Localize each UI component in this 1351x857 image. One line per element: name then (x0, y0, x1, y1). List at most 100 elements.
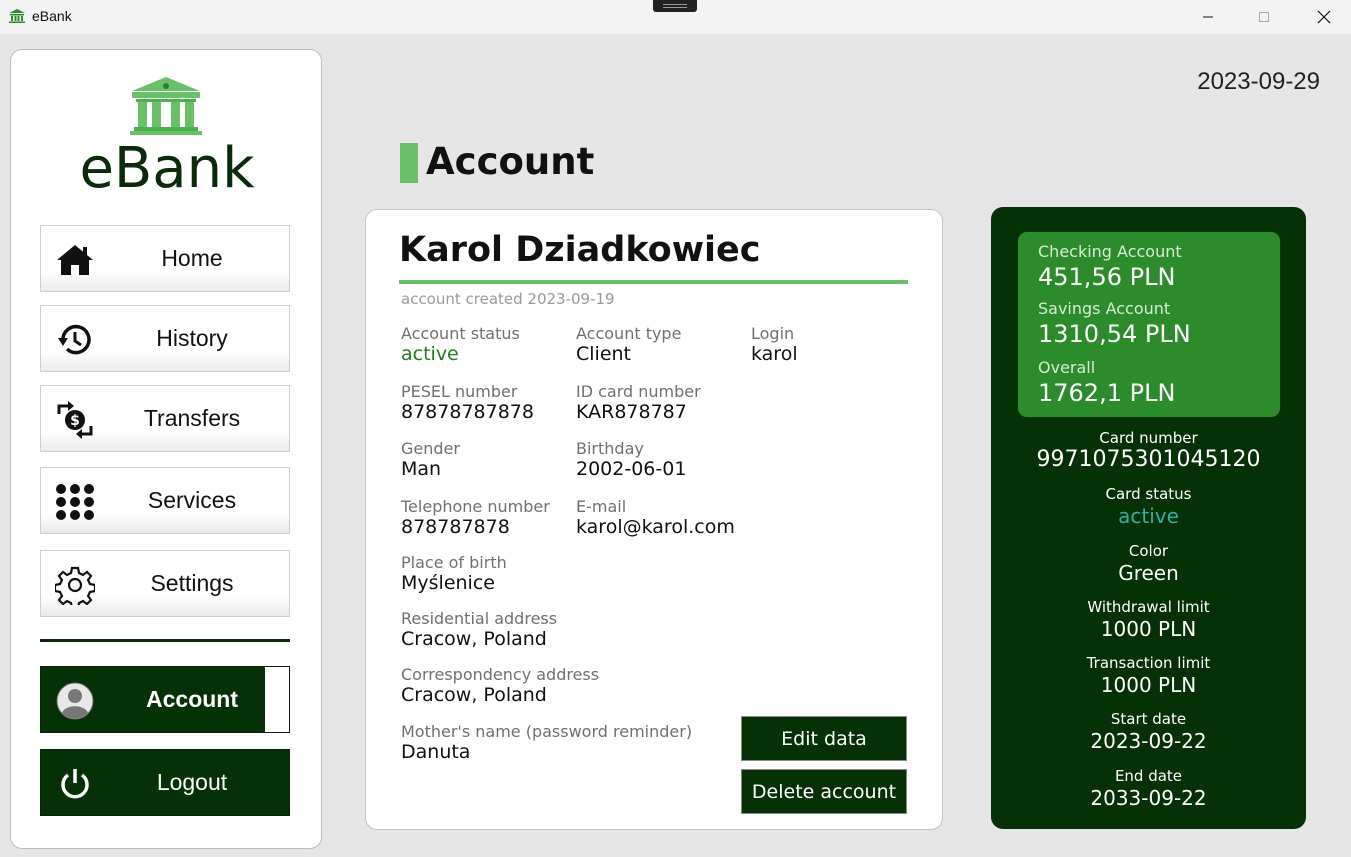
field-mothers-name: Mother's name (password reminder) Danuta (401, 722, 692, 764)
card-number: Card number 9971075301045120 (991, 429, 1306, 473)
info-label: Card number (1099, 429, 1198, 447)
close-button[interactable] (1301, 0, 1347, 34)
field-login: Login karol (751, 324, 798, 366)
user-avatar-icon (55, 681, 95, 721)
sidebar-divider (40, 639, 290, 642)
drag-handle[interactable] (653, 0, 697, 12)
field-gender: Gender Man (401, 439, 460, 481)
user-name: Karol Dziadkowiec (399, 230, 761, 270)
field-label: Gender (401, 439, 460, 458)
nav-services-button[interactable]: Services (40, 467, 290, 534)
field-label: Account status (401, 324, 520, 343)
info-value: 2023-09-22 (1090, 729, 1207, 753)
field-label: Account type (576, 324, 682, 343)
power-icon (55, 764, 95, 804)
nav-account-button[interactable]: Account (40, 666, 290, 733)
field-value: Cracow, Poland (401, 684, 547, 706)
page-title: Account (426, 140, 595, 183)
info-label: Start date (1110, 710, 1187, 728)
field-correspondency-address: Correspondency address Cracow, Poland (401, 665, 599, 707)
field-pesel: PESEL number 87878787878 (401, 382, 534, 424)
info-value: active (1118, 504, 1179, 528)
minimize-icon (1203, 16, 1213, 18)
logo-text: eBank (79, 136, 255, 201)
delete-account-button[interactable]: Delete account (741, 769, 907, 814)
balance-value: 451,56 PLN (1038, 263, 1176, 291)
field-id-card: ID card number KAR878787 (576, 382, 701, 424)
field-email: E-mail karol@karol.com (576, 497, 735, 539)
info-label: Card status (1105, 485, 1192, 503)
nav-account-label: Account (146, 686, 238, 712)
gear-icon (55, 565, 95, 605)
withdrawal-limit: Withdrawal limit 1000 PLN (991, 598, 1306, 642)
field-place-of-birth: Place of birth Myślenice (401, 553, 507, 595)
nav-settings-button[interactable]: Settings (40, 550, 290, 617)
title-accent-bar (400, 143, 418, 183)
field-value: KAR878787 (576, 401, 687, 423)
field-value: active (401, 343, 459, 365)
field-label: Place of birth (401, 553, 507, 572)
current-date: 2023-09-29 (1197, 68, 1320, 95)
start-date: Start date 2023-09-22 (991, 710, 1306, 754)
nav-logout-label: Logout (156, 769, 228, 795)
balance-value: 1310,54 PLN (1038, 320, 1191, 348)
info-label: Color (1128, 542, 1169, 560)
field-label: Login (751, 324, 795, 343)
edit-data-button[interactable]: Edit data (741, 716, 907, 761)
transaction-limit: Transaction limit 1000 PLN (991, 654, 1306, 698)
nav-transfers-label: Transfers (143, 405, 241, 431)
field-value: karol (751, 343, 798, 365)
nav-transfers-button[interactable]: $ Transfers (40, 385, 290, 452)
active-indicator (265, 667, 289, 732)
info-value: 9971075301045120 (1036, 447, 1261, 472)
close-icon (1317, 10, 1331, 24)
sidebar: eBank Home History $ Transfers Services … (10, 49, 322, 849)
card-summary-panel: Checking Account 451,56 PLN Savings Acco… (991, 207, 1306, 829)
info-value: Green (1118, 561, 1179, 585)
grid-dots-icon (55, 482, 95, 522)
field-value: 878787878 (401, 516, 510, 538)
info-label: Withdrawal limit (1087, 598, 1210, 616)
window-title: eBank (32, 8, 72, 24)
nav-history-button[interactable]: History (40, 305, 290, 372)
field-label: Mother's name (password reminder) (401, 722, 693, 741)
savings-balance: Savings Account 1310,54 PLN (1038, 299, 1191, 349)
window-titlebar: eBank (0, 0, 1351, 34)
account-created-date: account created 2023-09-19 (401, 290, 615, 308)
field-label: Telephone number (401, 497, 550, 516)
bank-icon (9, 9, 25, 23)
nav-history-label: History (156, 325, 228, 351)
minimize-button[interactable] (1185, 0, 1231, 34)
transfer-dollar-icon: $ (55, 400, 95, 440)
field-value: Client (576, 343, 632, 365)
balance-value: 1762,1 PLN (1038, 379, 1176, 407)
field-value: Man (401, 458, 442, 480)
field-value: Danuta (401, 741, 471, 763)
field-label: Correspondency address (401, 665, 600, 684)
info-value: 1000 PLN (1100, 673, 1197, 697)
maximize-button[interactable] (1241, 0, 1287, 34)
bank-logo-icon (130, 77, 202, 135)
field-value: 2002-06-01 (576, 458, 687, 480)
field-residential-address: Residential address Cracow, Poland (401, 609, 557, 651)
field-telephone: Telephone number 878787878 (401, 497, 550, 539)
overall-balance: Overall 1762,1 PLN (1038, 358, 1175, 408)
nav-home-button[interactable]: Home (40, 225, 290, 292)
card-color: Color Green (991, 542, 1306, 586)
nav-services-label: Services (147, 487, 237, 513)
info-value: 1000 PLN (1100, 617, 1197, 641)
maximize-icon (1259, 12, 1269, 22)
field-label: PESEL number (401, 382, 518, 401)
checking-balance: Checking Account 451,56 PLN (1038, 242, 1182, 292)
balance-box: Checking Account 451,56 PLN Savings Acco… (1017, 231, 1281, 418)
balance-label: Checking Account (1038, 242, 1182, 261)
home-icon (55, 240, 95, 280)
svg-text:$: $ (70, 413, 80, 429)
field-label: Residential address (401, 609, 558, 628)
end-date: End date 2033-09-22 (991, 767, 1306, 811)
balance-label: Savings Account (1038, 299, 1171, 318)
nav-logout-button[interactable]: Logout (40, 749, 290, 816)
info-value: 2033-09-22 (1090, 786, 1207, 810)
nav-home-label: Home (161, 245, 223, 271)
info-label: Transaction limit (1086, 654, 1211, 672)
